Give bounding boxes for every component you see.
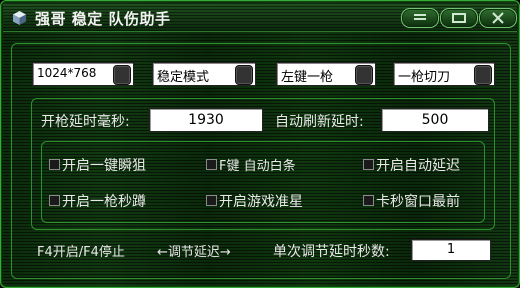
fire-delay-input[interactable]: 1930 <box>149 108 263 132</box>
option-label: 卡秒窗口最前 <box>376 194 460 210</box>
resolution-value: 1024*768 <box>37 66 97 80</box>
dropdown-arrow-icon[interactable] <box>113 65 131 85</box>
switch-mode-dropdown[interactable]: 一枪切刀 <box>393 62 495 86</box>
option-label: 开启一枪秒蹲 <box>62 194 146 210</box>
option-label: 开启游戏准星 <box>219 194 303 210</box>
mode-dropdown[interactable]: 稳定模式 <box>152 62 256 86</box>
checkbox-box[interactable] <box>206 159 217 170</box>
menu-icon <box>414 14 426 20</box>
switch-mode-value: 一枪切刀 <box>398 70 451 85</box>
checkbox-box[interactable] <box>363 159 374 170</box>
fire-key-dropdown[interactable]: 左键一枪 <box>276 62 376 86</box>
resolution-dropdown[interactable]: 1024*768 <box>32 62 134 86</box>
mode-value: 稳定模式 <box>157 70 210 85</box>
main-window: 强哥 稳定 队伤助手 1024*768 稳定模式 左键一枪 一枪切刀 开枪延时毫… <box>0 0 520 288</box>
title-bar[interactable]: 强哥 稳定 队伤助手 <box>3 3 517 32</box>
app-cube-icon <box>13 11 26 25</box>
close-button[interactable] <box>479 8 517 28</box>
minimize-button[interactable] <box>440 8 478 28</box>
checkbox-box[interactable] <box>363 195 374 206</box>
checkbox-box[interactable] <box>49 159 60 170</box>
checkbox-box[interactable] <box>49 195 60 206</box>
dropdown-arrow-icon[interactable] <box>474 65 492 85</box>
option-label: 开启自动延迟 <box>376 158 460 174</box>
option-label: 开启一键瞬狙 <box>62 158 146 174</box>
dropdown-arrow-icon[interactable] <box>235 65 253 85</box>
dropdown-arrow-icon[interactable] <box>355 65 373 85</box>
fire-delay-label: 开枪延时毫秒: <box>41 114 130 130</box>
adjust-delay-text: ←调节延迟→ <box>157 245 231 260</box>
fire-key-value: 左键一枪 <box>281 70 334 85</box>
refresh-delay-label: 自动刷新延时: <box>275 114 364 130</box>
window-title: 强哥 稳定 队伤助手 <box>35 10 171 28</box>
refresh-delay-input[interactable]: 500 <box>381 108 489 132</box>
checkbox-box[interactable] <box>206 195 217 206</box>
option-label: F键 自动白条 <box>219 159 296 174</box>
step-input[interactable]: 1 <box>411 239 491 261</box>
close-icon <box>492 12 504 24</box>
minimize-icon <box>452 13 466 23</box>
hotkey-text: F4开启/F4停止 <box>37 245 125 260</box>
menu-button[interactable] <box>401 8 439 28</box>
step-label: 单次调节延时秒数: <box>273 244 390 260</box>
